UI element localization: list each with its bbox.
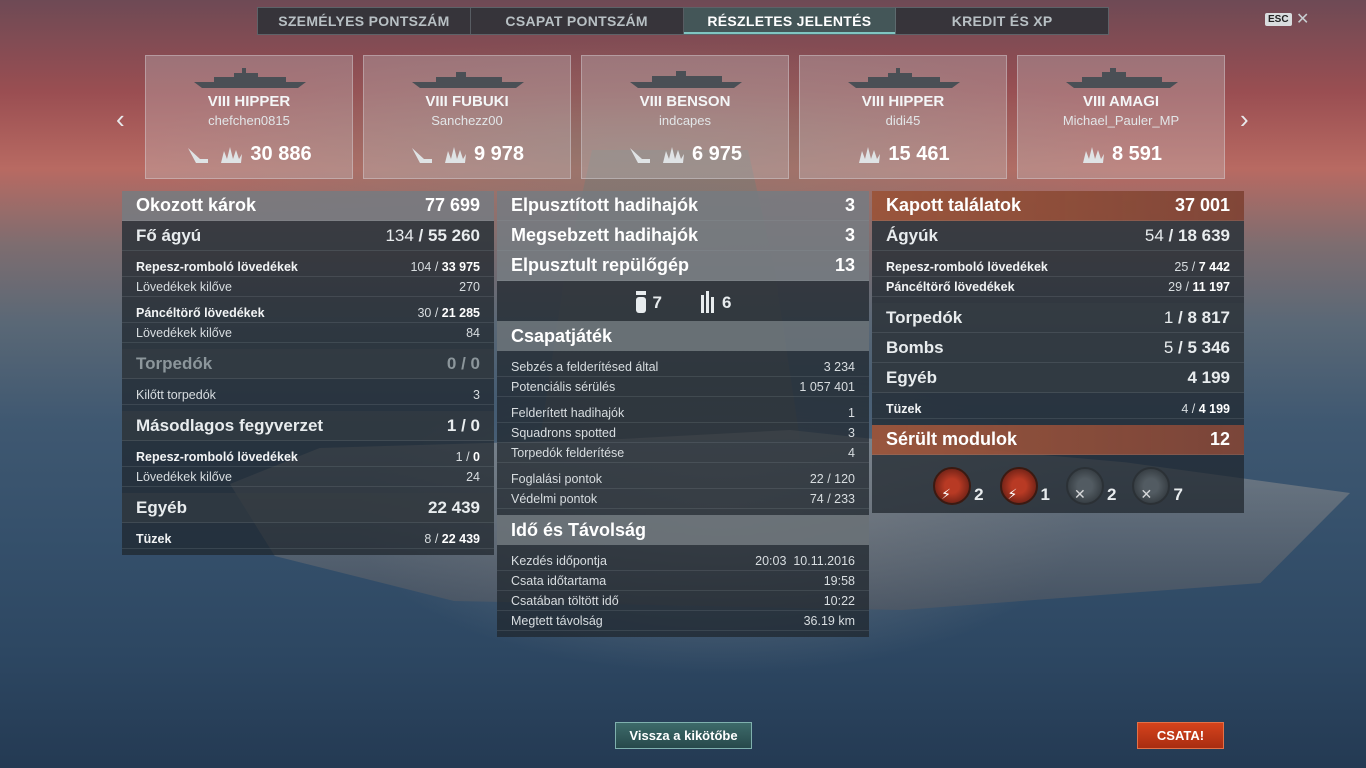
time-distance-header: Idő és Távolság xyxy=(497,515,869,545)
player-name: chefchen0815 xyxy=(208,113,290,128)
damage-value: 8 591 xyxy=(1111,143,1163,165)
spotted-ships-row: Felderített hadihajók 1 xyxy=(497,403,869,423)
aa-gun-module-icon: ✕ xyxy=(1132,467,1171,505)
ship-silhouette-icon xyxy=(194,68,306,88)
player-name: Michael_Pauler_MP xyxy=(1062,113,1180,128)
ship-card[interactable]: VIII HIPPER didi45 15 461 xyxy=(799,55,1007,179)
engine-module-icon: ⚡ xyxy=(933,467,972,505)
steering-module-icon: ⚡ xyxy=(999,467,1038,505)
ship-silhouette-icon xyxy=(1066,68,1178,88)
ship-card[interactable]: VIII BENSON indcapes 6 975 xyxy=(581,55,789,179)
damaged-modules-header: Sérült modulok 12 xyxy=(872,425,1244,455)
torpedo-hit-icon xyxy=(629,147,650,163)
next-arrow-icon[interactable]: › xyxy=(1240,104,1249,135)
spot-damage-row: Sebzés a felderítésed által 3 234 xyxy=(497,357,869,377)
received-other-row: Egyéb 4 199 xyxy=(872,363,1244,393)
he-fired-row: Lövedékek kilőve 270 xyxy=(122,277,494,297)
explosion-icon xyxy=(662,146,684,163)
secondary-he-row: Repesz-romboló lövedékek 1 / 0 xyxy=(122,447,494,467)
prev-arrow-icon[interactable]: ‹ xyxy=(116,104,125,135)
damage-value: 30 886 xyxy=(250,143,312,165)
consumables-row: 7 6 xyxy=(497,281,869,321)
shells-icon xyxy=(701,291,714,313)
explosion-icon xyxy=(859,146,881,163)
defense-points-row: Védelmi pontok 74 / 233 xyxy=(497,489,869,509)
torpedoes-spotted-row: Torpedók felderítése 4 xyxy=(497,443,869,463)
explosion-icon xyxy=(1082,146,1104,163)
potential-damage-row: Potenciális sérülés 1 057 401 xyxy=(497,377,869,397)
destroyed-ships-row: Elpusztított hadihajók 3 xyxy=(497,191,869,221)
ship-card[interactable]: VIII AMAGI Michael_Pauler_MP 8 591 xyxy=(1017,55,1225,179)
squadrons-spotted-row: Squadrons spotted 3 xyxy=(497,423,869,443)
esc-key-hint: ESC xyxy=(1265,13,1292,26)
other-damage-row: Egyéb 22 439 xyxy=(122,493,494,523)
explosion-icon xyxy=(444,146,466,163)
return-to-port-button[interactable]: Vissza a kikötőbe xyxy=(615,722,752,749)
torpedo-hit-icon xyxy=(188,147,209,163)
ap-fired-row: Lövedékek kilőve 84 xyxy=(122,323,494,343)
ship-name: VIII HIPPER xyxy=(207,93,291,110)
received-he-row: Repesz-romboló lövedékek 25 / 7 442 xyxy=(872,257,1244,277)
caused-damage-header: Okozott károk 77 699 xyxy=(122,191,494,221)
battle-button[interactable]: CSATA! xyxy=(1137,722,1224,749)
received-ap-row: Páncéltörő lövedékek 29 / 11 197 xyxy=(872,277,1244,297)
damage-received-panel: Kapott találatok 37 001 Ágyúk 54 / 18 63… xyxy=(872,191,1244,513)
ship-name: VIII BENSON xyxy=(639,93,731,110)
received-bombs-row: Bombs 5 / 5 346 xyxy=(872,333,1244,363)
tab-credit-xp[interactable]: KREDIT ÉS XP xyxy=(896,8,1108,34)
ship-name: VIII HIPPER xyxy=(861,93,945,110)
turret-module-icon: ✕ xyxy=(1066,467,1104,505)
received-hits-header: Kapott találatok 37 001 xyxy=(872,191,1244,221)
torpedoes-fired-row: Kilőtt torpedók 3 xyxy=(122,385,494,405)
damaged-ships-carousel: VIII HIPPER chefchen0815 30 886 VIII FUB… xyxy=(145,55,1225,179)
damage-dealt-panel: Okozott károk 77 699 Fő ágyú 134 / 55 26… xyxy=(122,191,494,555)
damage-value: 9 978 xyxy=(473,143,525,165)
ship-silhouette-icon xyxy=(630,71,742,88)
ship-silhouette-icon xyxy=(848,68,960,88)
destroyed-planes-row: Elpusztult repülőgép 13 xyxy=(497,251,869,281)
received-guns-row: Ágyúk 54 / 18 639 xyxy=(872,221,1244,251)
fires-row: Tüzek 8 / 22 439 xyxy=(122,529,494,549)
tab-team-score[interactable]: CSAPAT PONTSZÁM xyxy=(471,8,684,34)
battle-duration-row: Csata időtartama 19:58 xyxy=(497,571,869,591)
teamwork-header: Csapatjáték xyxy=(497,321,869,351)
ship-card[interactable]: VIII FUBUKI Sanchezz00 9 978 xyxy=(363,55,571,179)
bomb-icon xyxy=(635,291,646,313)
ship-silhouette-icon xyxy=(412,72,524,88)
player-name: didi45 xyxy=(885,113,921,128)
capture-points-row: Foglalási pontok 22 / 120 xyxy=(497,469,869,489)
ship-card[interactable]: VIII HIPPER chefchen0815 30 886 xyxy=(145,55,353,179)
damaged-ships-row: Megsebzett hadihajók 3 xyxy=(497,221,869,251)
distance-row: Megtett távolság 36.19 km xyxy=(497,611,869,631)
main-guns-row: Fő ágyú 134 / 55 260 xyxy=(122,221,494,251)
time-in-battle-row: Csatában töltött idő 10:22 xyxy=(497,591,869,611)
damage-value: 15 461 xyxy=(888,143,950,165)
report-tabs: SZEMÉLYES PONTSZÁM CSAPAT PONTSZÁM RÉSZL… xyxy=(257,7,1109,35)
ship-name: VIII FUBUKI xyxy=(425,93,509,110)
received-fires-row: Tüzek 4 / 4 199 xyxy=(872,399,1244,419)
start-time-row: Kezdés időpontja 20:03 10.11.2016 xyxy=(497,551,869,571)
damage-value: 6 975 xyxy=(691,143,743,165)
close-icon[interactable]: ✕ xyxy=(1296,9,1309,29)
received-torpedoes-row: Torpedók 1 / 8 817 xyxy=(872,303,1244,333)
torpedoes-row: Torpedók 0 / 0 xyxy=(122,349,494,379)
explosion-icon xyxy=(221,146,243,163)
ship-name: VIII AMAGI xyxy=(1082,93,1160,110)
tab-personal-score[interactable]: SZEMÉLYES PONTSZÁM xyxy=(258,8,471,34)
ap-shells-row: Páncéltörő lövedékek 30 / 21 285 xyxy=(122,303,494,323)
he-shells-row: Repesz-romboló lövedékek 104 / 33 975 xyxy=(122,257,494,277)
player-name: indcapes xyxy=(658,113,712,128)
damaged-modules-list: ⚡ 2 ⚡ 1 ✕ 2 ✕ 7 xyxy=(872,455,1244,513)
player-name: Sanchezz00 xyxy=(431,113,503,128)
secondary-fired-row: Lövedékek kilőve 24 xyxy=(122,467,494,487)
combat-summary-panel: Elpusztított hadihajók 3 Megsebzett hadi… xyxy=(497,191,869,637)
torpedo-hit-icon xyxy=(411,147,432,163)
secondary-armament-row: Másodlagos fegyverzet 1 / 0 xyxy=(122,411,494,441)
tab-detailed-report[interactable]: RÉSZLETES JELENTÉS xyxy=(683,8,897,34)
